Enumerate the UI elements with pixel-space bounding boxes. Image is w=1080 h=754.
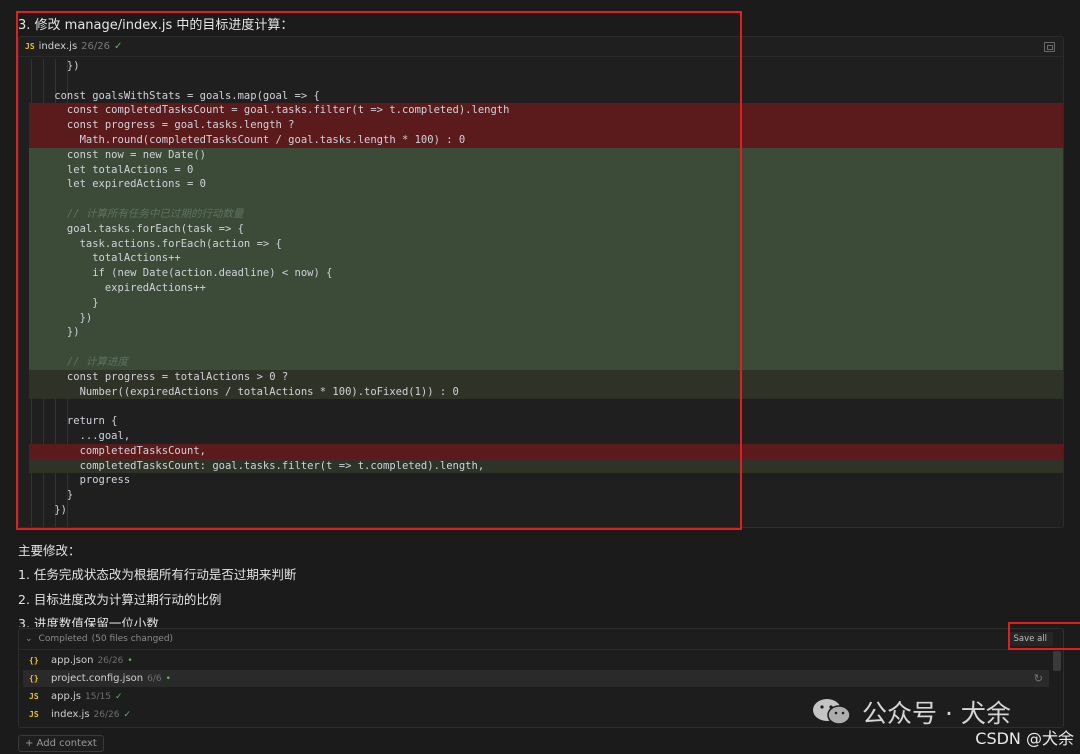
file-name: app.js (51, 691, 81, 702)
code-line: const progress = goal.tasks.length ? (29, 118, 1063, 133)
file-count: 6/6 (147, 673, 162, 684)
file-row-app-json[interactable]: {} app.json 26/26 • (23, 652, 1049, 669)
code-line-text: let expiredActions = 0 (29, 178, 207, 191)
code-line: ...goal, (29, 429, 1063, 444)
code-body: }) const goalsWithStats = goals.map(goal… (19, 59, 1063, 527)
code-line-text: totalActions++ (29, 252, 181, 265)
code-line: goal.tasks.forEach(task => { (29, 221, 1063, 237)
code-line: let totalActions = 0 (29, 162, 1063, 178)
code-line-text: Number((expiredActions / totalActions * … (29, 385, 459, 398)
code-line: }) (29, 310, 1063, 326)
code-line (29, 192, 1063, 207)
status-dot-icon: • (165, 673, 171, 684)
file-count: 26/26 (93, 709, 120, 720)
code-line: } (29, 295, 1063, 311)
code-line: }) (29, 59, 1063, 74)
csdn-watermark: CSDN @犬余 (975, 729, 1074, 748)
code-line: const goalsWithStats = goals.map(goal =>… (29, 89, 1063, 104)
code-line-text: }) (29, 60, 80, 72)
code-line-text: const progress = goal.tasks.length ? (29, 119, 295, 132)
code-line: const now = new Date() (29, 147, 1063, 163)
code-line-text: // 计算所有任务中已过期的行动数量 (29, 208, 244, 220)
code-diff-card: JS index.js 26/26 ✓ }) const goalsWithSt… (18, 36, 1064, 528)
code-line: Number((expiredActions / totalActions * … (29, 384, 1063, 400)
json-file-icon: {} (29, 674, 39, 683)
check-icon: ✓ (114, 691, 123, 702)
summary-item: 3. 进度数值保留一位小数 (18, 616, 159, 627)
code-line: // 计算进度 (29, 355, 1063, 370)
code-line-text: task.actions.forEach(action => { (29, 237, 282, 250)
code-line-text: const goalsWithStats = goals.map(goal =>… (29, 89, 320, 102)
code-line: return { (29, 414, 1063, 429)
code-line-text: progress (29, 474, 131, 487)
code-line-text: }) (29, 326, 80, 339)
files-scrollbar[interactable] (1053, 651, 1061, 671)
code-line (29, 340, 1063, 355)
summary-item: 1. 任务完成状态改为根据所有行动是否过期来判断 (18, 567, 297, 582)
copy-icon[interactable] (1044, 41, 1055, 52)
code-line-text: }) (29, 504, 67, 516)
code-file-count: 26/26 (81, 41, 110, 52)
file-count: 26/26 (97, 655, 124, 666)
code-line-text: ...goal, (29, 430, 131, 442)
code-line-text: } (29, 296, 99, 309)
check-icon: ✓ (114, 41, 123, 52)
code-line-text: completedTasksCount: goal.tasks.filter(t… (29, 459, 485, 472)
chevron-down-icon[interactable]: ⌄ (25, 634, 33, 644)
code-line: completedTasksCount: goal.tasks.filter(t… (29, 458, 1063, 474)
code-line: expiredActions++ (29, 281, 1063, 296)
code-line-text: Math.round(completedTasksCount / goal.ta… (29, 134, 466, 146)
code-line: // 计算所有任务中已过期的行动数量 (29, 207, 1063, 222)
code-line-text: }) (29, 311, 93, 324)
files-changed-count: (50 files changed) (91, 634, 174, 644)
summary-title: 主要修改： (18, 543, 81, 558)
file-count: 15/15 (85, 691, 111, 702)
code-line-text: expiredActions++ (29, 282, 207, 294)
js-file-icon: JS (25, 42, 35, 51)
code-line: }) (29, 325, 1063, 341)
code-card-header: JS index.js 26/26 ✓ (19, 37, 1063, 57)
code-line: Math.round(completedTasksCount / goal.ta… (29, 133, 1063, 148)
files-panel-header[interactable]: ⌄ Completed (50 files changed) Save all (19, 629, 1063, 650)
step-heading: 3. 修改 manage/index.js 中的目标进度计算： (18, 18, 294, 33)
code-line-text: completedTasksCount, (29, 444, 207, 457)
file-row-project-config-json[interactable]: {} project.config.json 6/6 • ↻ (23, 670, 1049, 687)
save-all-button[interactable]: Save all (1007, 632, 1053, 646)
code-line: task.actions.forEach(action => { (29, 236, 1063, 252)
code-line: } (29, 488, 1063, 503)
code-line: const completedTasksCount = goal.tasks.f… (29, 103, 1063, 119)
code-line-text: const now = new Date() (29, 148, 207, 161)
code-line-text: } (29, 489, 74, 502)
file-name: project.config.json (51, 673, 144, 684)
js-file-icon: JS (29, 692, 39, 701)
status-dot-icon: • (127, 655, 133, 666)
json-file-icon: {} (29, 656, 39, 665)
code-line-text: return { (29, 415, 118, 428)
code-line: }) (29, 503, 1063, 518)
file-name: app.json (51, 655, 94, 666)
code-line-text: // 计算进度 (29, 356, 128, 368)
code-line: let expiredActions = 0 (29, 177, 1063, 193)
code-line: completedTasksCount, (29, 443, 1063, 459)
code-line-text: const progress = totalActions > 0 ? (29, 370, 289, 383)
code-file-name[interactable]: index.js (39, 41, 78, 52)
file-name: index.js (51, 709, 90, 720)
add-context-button[interactable]: + Add context (18, 735, 104, 752)
summary-item: 2. 目标进度改为计算过期行动的比例 (18, 592, 222, 607)
check-icon: ✓ (123, 709, 132, 720)
wechat-icon (813, 699, 851, 725)
code-line: const progress = totalActions > 0 ? (29, 369, 1063, 385)
code-line-text: let totalActions = 0 (29, 163, 194, 176)
code-line: progress (29, 473, 1063, 488)
code-line: if (new Date(action.deadline) < now) { (29, 266, 1063, 281)
code-line-text: goal.tasks.forEach(task => { (29, 222, 244, 235)
code-line: totalActions++ (29, 251, 1063, 267)
code-line-text: if (new Date(action.deadline) < now) { (29, 267, 333, 280)
code-line-text: const completedTasksCount = goal.tasks.f… (29, 104, 510, 117)
refresh-icon[interactable]: ↻ (1034, 672, 1043, 685)
completed-label: Completed (38, 634, 88, 644)
js-file-icon: JS (29, 710, 39, 719)
